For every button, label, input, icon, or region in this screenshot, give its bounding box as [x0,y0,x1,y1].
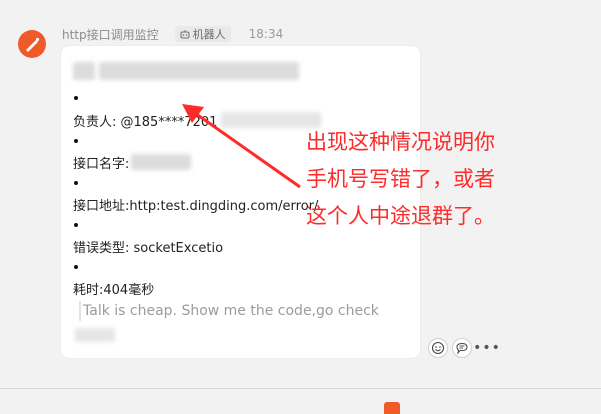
quote-text: Talk is cheap. Show me the code,go check [79,301,379,321]
annotation-line-2: 手机号写错了，或者 [306,167,495,191]
sender-name[interactable]: http接口调用监控 [62,26,159,43]
annotation-line-1: 出现这种情况说明你 [306,130,495,154]
annotation-note: 出现这种情况说明你 手机号写错了，或者 这个人中途退群了。 [306,124,601,235]
annotation-line-3: 这个人中途退群了。 [306,204,495,228]
redacted-footer [75,328,115,342]
address-line: 接口地址:http:test.dingding.com/error/ [73,199,319,214]
avatar[interactable] [18,30,46,58]
message-header: http接口调用监控 机器人 18:34 [62,25,283,43]
bullet [74,96,78,100]
bullet [74,265,78,269]
emoji-button[interactable] [428,338,448,358]
divider [0,388,601,389]
bot-badge: 机器人 [174,26,231,42]
duration-line: 耗时:404毫秒 [73,283,155,298]
redacted-title-end [73,62,95,80]
message-time: 18:34 [248,27,284,41]
bullet [74,139,78,143]
reply-button[interactable] [452,338,472,358]
emoji-icon [431,341,445,355]
error-line: 错误类型: socketExcetio [73,241,224,256]
bot-badge-label: 机器人 [192,28,226,41]
reply-icon [456,342,468,355]
bullet [74,223,78,227]
name-line: 接口名字: [73,157,130,172]
robot-icon [180,30,190,39]
more-button[interactable]: ••• [473,338,500,358]
bullet [74,181,78,185]
pen-icon [26,37,40,52]
annotation-arrow [182,104,301,189]
toolbar-icon[interactable] [384,402,400,414]
redacted-title [99,62,299,80]
message-actions: ••• [428,338,500,358]
